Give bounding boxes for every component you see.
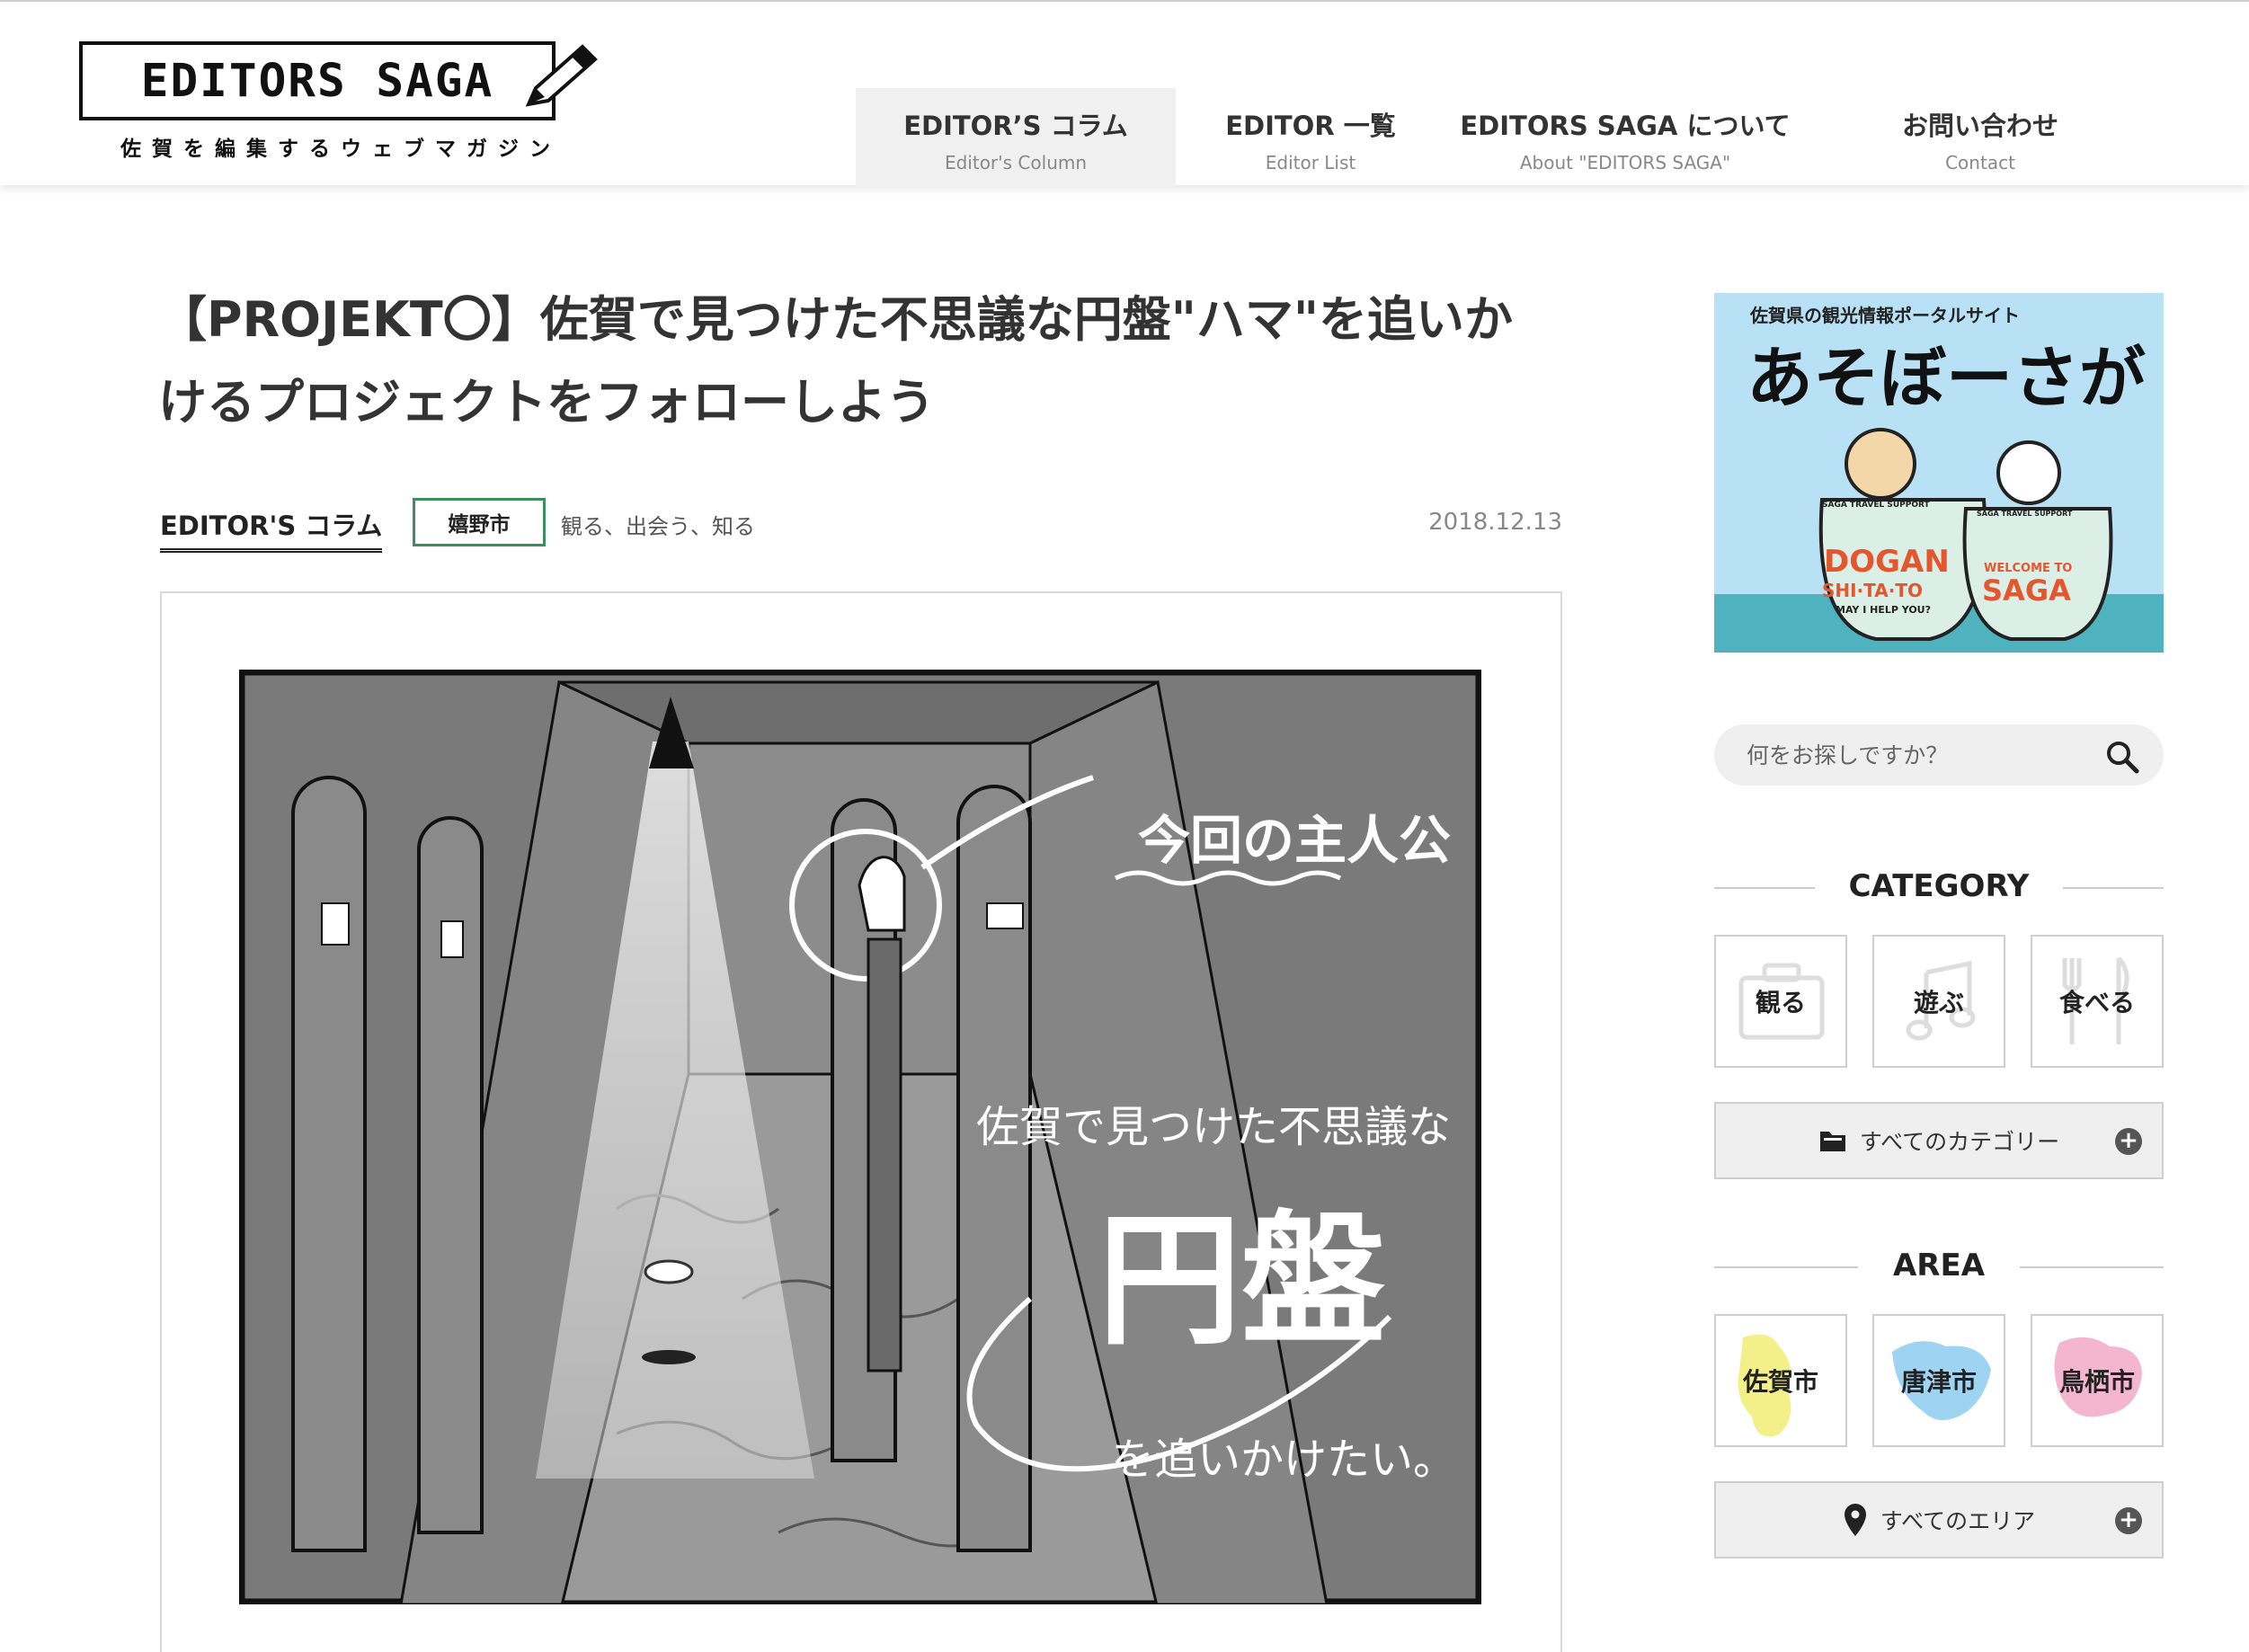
area-label: 鳥栖市 [2058,1367,2135,1397]
hero-caption-hero: 今回の主人公 [1138,810,1451,871]
hero-caption-line1: 佐賀で見つけた不思議な [976,1102,1451,1152]
nav-label: お問い合わせ [1901,111,2058,141]
nav-sublabel: Editor List [1265,152,1356,173]
article-area-badge[interactable]: 嬉野市 [413,498,546,546]
category-label: 遊ぶ [1913,988,1964,1017]
banner-jar-right-line2: SAGA [1982,573,2071,608]
area-tile-karatsu[interactable]: 唐津市 [1872,1314,2005,1447]
plus-icon: + [2115,1507,2142,1534]
nav-sublabel: About "EDITORS SAGA" [1519,152,1731,173]
banner-jar-left-line2: SHI·TA·TO [1822,580,1923,601]
all-categories-label: すべてのカテゴリー [1859,1129,2060,1155]
article-category-link[interactable]: EDITOR'S コラム [160,505,383,553]
nav-contact[interactable]: お問い合わせ Contact [1805,88,2156,187]
logo-title: EDITORS SAGA [140,54,494,108]
area-label: 佐賀市 [1742,1367,1818,1397]
logo-subtitle: 佐賀を編集するウェブマガジン [120,138,561,161]
area-tile-saga[interactable]: 佐賀市 [1714,1314,1847,1447]
category-label: 食べる [2058,988,2135,1017]
asobo-saga-banner[interactable]: 佐賀県の観光情報ポータルサイト あそぼーさが SAGA TRAVEL SUPPO… [1714,293,2164,653]
article-title-line1: 【PROJEKT〇】佐賀で見つけた不思議な円盤"ハマ"を追いか [158,291,1513,348]
site-header: EDITORS SAGA 佐賀を編集するウェブマガジン EDITOR’S コラム… [0,0,2249,187]
banner-tagline: 佐賀県の観光情報ポータルサイト [1749,305,2020,326]
banner-jar-left-top: SAGA TRAVEL SUPPORT [1822,501,1930,510]
nav-label: EDITOR 一覧 [1225,111,1396,141]
hero-caption-big: 円盤 [1098,1196,1385,1364]
article-meta: EDITOR'S コラム 嬉野市 観る、出会う、知る 2018.12.13 [158,496,1562,553]
map-pin-icon [1844,1504,1866,1536]
category-tile-asobu[interactable]: 遊ぶ [1872,935,2005,1068]
article-tags[interactable]: 観る、出会う、知る [561,509,755,540]
banner-title: あそぼーさが [1747,340,2146,417]
area-label: 唐津市 [1900,1367,1977,1397]
article-date: 2018.12.13 [1428,509,1562,536]
area-heading-label: AREA [1892,1248,1986,1283]
all-categories-button[interactable]: すべてのカテゴリー + [1714,1102,2164,1179]
search-icon[interactable] [2104,739,2140,775]
pencil-icon [525,44,598,107]
nav-sublabel: Editor's Column [944,152,1088,173]
category-heading-label: CATEGORY [1848,868,2030,904]
banner-jar-left-line1: DOGAN [1824,544,1950,580]
site-logo[interactable]: EDITORS SAGA 佐賀を編集するウェブマガジン [79,41,598,167]
category-label: 観る [1755,988,1806,1017]
logo-box: EDITORS SAGA [79,41,556,120]
main-nav: EDITOR’S コラム Editor's Column EDITOR 一覧 E… [856,88,2156,187]
nav-editor-list[interactable]: EDITOR 一覧 Editor List [1176,88,1445,187]
category-tile-taberu[interactable]: 食べる [2031,935,2164,1068]
area-tile-tosu[interactable]: 鳥栖市 [2031,1314,2164,1447]
banner-jar-left-small: MAY I HELP YOU? [1836,604,1931,616]
hero-caption-line3: を追いかけたい。 [1111,1434,1456,1485]
search-box [1714,724,2164,786]
all-areas-label: すべてのエリア [1880,1508,2036,1534]
category-tile-miru[interactable]: 観る [1714,935,1847,1068]
nav-editors-column[interactable]: EDITOR’S コラム Editor's Column [856,88,1176,187]
category-heading: CATEGORY [1714,868,2164,904]
banner-jar-right-top: SAGA TRAVEL SUPPORT [1977,510,2073,518]
article-title-line2: けるプロジェクトをフォローしよう [158,374,935,431]
hero-illustration: 今回の主人公 佐賀で見つけた不思議な 円盤 を追いかけたい。 [239,670,1481,1604]
folder-icon [1819,1132,1845,1151]
nav-label: EDITORS SAGA について [1460,111,1791,141]
search-input[interactable] [1747,724,2088,786]
nav-about[interactable]: EDITORS SAGA について About "EDITORS SAGA" [1445,88,1805,187]
nav-label: EDITOR’S コラム [903,111,1128,141]
all-areas-button[interactable]: すべてのエリア + [1714,1481,2164,1559]
area-heading: AREA [1714,1248,2164,1283]
plus-icon: + [2115,1128,2142,1155]
nav-sublabel: Contact [1945,152,2015,173]
article-title: 【PROJEKT〇】佐賀で見つけた不思議な円盤"ハマ"を追いか けるプロジェクト… [158,279,1569,444]
